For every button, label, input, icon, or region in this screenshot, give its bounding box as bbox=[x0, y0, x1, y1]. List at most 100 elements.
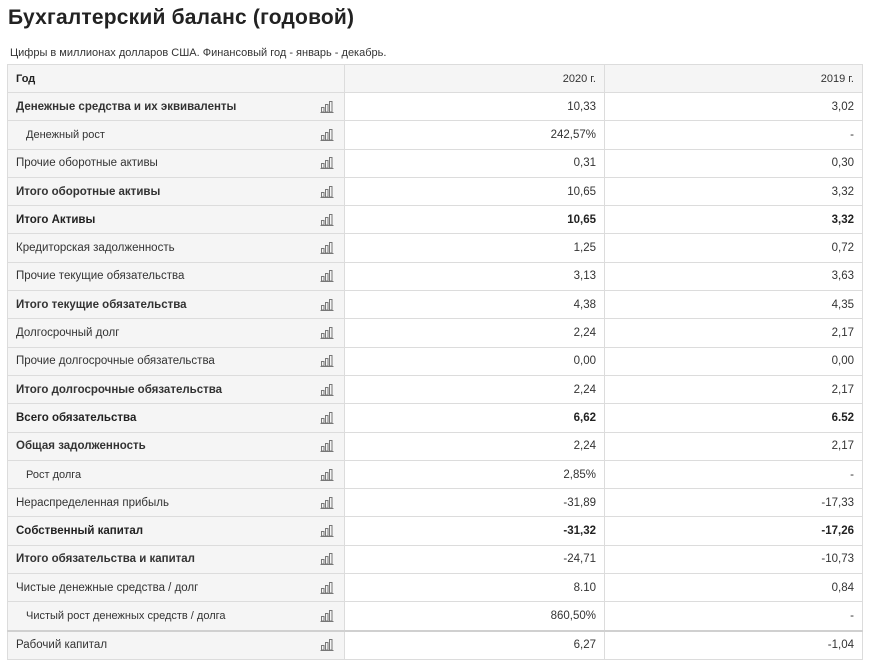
bar-chart-icon[interactable] bbox=[320, 270, 334, 283]
value-2020: 860,50% bbox=[344, 601, 605, 632]
row-label-cell: Собственный капитал bbox=[7, 516, 345, 546]
row-label: Итого обязательства и капитал bbox=[16, 553, 195, 566]
row-label: Рабочий капитал bbox=[16, 639, 108, 652]
value-2020: -24,71 bbox=[344, 544, 605, 575]
row-label: Чистые денежные средства / долг bbox=[16, 581, 199, 594]
table-row: Итого текущие обязательства 4,38 4,35 bbox=[7, 290, 863, 320]
bar-chart-icon[interactable] bbox=[320, 128, 334, 141]
header-col-2020[interactable]: 2020 г. bbox=[344, 64, 605, 93]
table-row: Долгосрочный долг 2,24 2,17 bbox=[7, 318, 863, 348]
row-label: Прочие текущие обязательства bbox=[16, 270, 185, 283]
row-label-cell: Долгосрочный долг bbox=[7, 318, 345, 348]
row-label-cell: Денежный рост bbox=[7, 120, 345, 150]
value-2019: -17,33 bbox=[604, 488, 863, 518]
bar-chart-icon[interactable] bbox=[320, 242, 334, 255]
header-year-label: Год bbox=[7, 64, 345, 93]
bar-chart-icon[interactable] bbox=[320, 157, 334, 170]
table-header-row: Год 2020 г. 2019 г. bbox=[7, 64, 863, 93]
table-row: Всего обязательства 6,62 6.52 bbox=[7, 403, 863, 433]
bar-chart-icon[interactable] bbox=[320, 496, 334, 509]
page-title: Бухгалтерский баланс (годовой) bbox=[8, 6, 355, 29]
table-row: Кредиторская задолженность 1,25 0,72 bbox=[7, 233, 863, 263]
value-2020: 10,33 bbox=[344, 91, 605, 122]
bar-chart-icon[interactable] bbox=[320, 525, 334, 538]
value-2019: 3,32 bbox=[604, 205, 863, 235]
row-label-cell: Прочие долгосрочные обязательства bbox=[7, 346, 345, 376]
bar-chart-icon[interactable] bbox=[320, 609, 334, 622]
value-2020: 4,38 bbox=[344, 290, 605, 320]
row-label-cell: Итого текущие обязательства bbox=[7, 290, 345, 320]
table-row: Чистый рост денежных средств / долга 860,… bbox=[7, 601, 863, 632]
row-label: Всего обязательства bbox=[16, 411, 137, 424]
bar-chart-icon[interactable] bbox=[320, 185, 334, 198]
row-label: Итого текущие обязательства bbox=[16, 298, 187, 311]
row-label-cell: Прочие текущие обязательства bbox=[7, 261, 345, 292]
bar-chart-icon[interactable] bbox=[320, 298, 334, 311]
bar-chart-icon[interactable] bbox=[320, 581, 334, 594]
row-label-cell: Всего обязательства bbox=[7, 403, 345, 433]
row-label-cell: Итого Активы bbox=[7, 205, 345, 235]
value-2019: 3,32 bbox=[604, 176, 863, 207]
balance-sheet-page: Бухгалтерский баланс (годовой) Цифры в м… bbox=[0, 0, 874, 668]
row-label-cell: Кредиторская задолженность bbox=[7, 233, 345, 263]
value-2019: 0,00 bbox=[604, 346, 863, 376]
value-2019: 0,30 bbox=[604, 148, 863, 178]
row-label: Денежные средства и их эквиваленты bbox=[16, 100, 237, 113]
value-2020: -31,89 bbox=[344, 488, 605, 518]
table-row: Итого обязательства и капитал -24,71 -10,7… bbox=[7, 544, 863, 575]
row-label: Общая задолженность bbox=[16, 440, 146, 453]
row-label-cell: Нераспределенная прибыль bbox=[7, 488, 345, 518]
value-2020: 10,65 bbox=[344, 205, 605, 235]
value-2020: 2,24 bbox=[344, 374, 605, 405]
bar-chart-icon[interactable] bbox=[320, 468, 334, 481]
value-2020: 6,62 bbox=[344, 403, 605, 433]
balance-sheet-table: Год 2020 г. 2019 г. Денежные средства и … bbox=[7, 64, 863, 660]
header-col-2019[interactable]: 2019 г. bbox=[604, 64, 863, 93]
row-label: Итого долгосрочные обязательства bbox=[16, 383, 223, 396]
value-2019: 0,84 bbox=[604, 573, 863, 603]
bar-chart-icon[interactable] bbox=[320, 100, 334, 113]
value-2019: -10,73 bbox=[604, 544, 863, 575]
row-label: Кредиторская задолженность bbox=[16, 242, 175, 255]
row-label-cell: Рост долга bbox=[7, 459, 345, 490]
value-2019: -1,04 bbox=[604, 629, 863, 660]
row-label: Чистый рост денежных средств / долга bbox=[26, 609, 226, 622]
bar-chart-icon[interactable] bbox=[320, 213, 334, 226]
value-2019: 4,35 bbox=[604, 290, 863, 320]
bar-chart-icon[interactable] bbox=[320, 355, 334, 368]
value-2020: 2,24 bbox=[344, 431, 605, 461]
table-row: Рост долга 2,85% - bbox=[7, 459, 863, 490]
row-label: Собственный капитал bbox=[16, 525, 144, 538]
bar-chart-icon[interactable] bbox=[320, 639, 334, 652]
value-2019: 3,63 bbox=[604, 261, 863, 292]
row-label-cell: Денежные средства и их эквиваленты bbox=[7, 91, 345, 122]
value-2020: 2,24 bbox=[344, 318, 605, 348]
bar-chart-icon[interactable] bbox=[320, 440, 334, 453]
row-label: Долгосрочный долг bbox=[16, 327, 120, 340]
bar-chart-icon[interactable] bbox=[320, 411, 334, 424]
value-2019: 6.52 bbox=[604, 403, 863, 433]
value-2019: 3,02 bbox=[604, 91, 863, 122]
row-label-cell: Чистый рост денежных средств / долга bbox=[7, 601, 345, 632]
table-body: Денежные средства и их эквиваленты 10,33 3… bbox=[7, 91, 863, 660]
row-label-cell: Общая задолженность bbox=[7, 431, 345, 461]
row-label-cell: Итого оборотные активы bbox=[7, 176, 345, 207]
value-2020: 0,00 bbox=[344, 346, 605, 376]
value-2019: 2,17 bbox=[604, 318, 863, 348]
table-row: Итого оборотные активы 10,65 3,32 bbox=[7, 176, 863, 207]
value-2019: 2,17 bbox=[604, 431, 863, 461]
bar-chart-icon[interactable] bbox=[320, 383, 334, 396]
row-label-cell: Прочие оборотные активы bbox=[7, 148, 345, 178]
value-2019: -17,26 bbox=[604, 516, 863, 546]
row-label: Рост долга bbox=[26, 468, 82, 481]
bar-chart-icon[interactable] bbox=[320, 327, 334, 340]
table-row: Итого долгосрочные обязательства 2,24 2,17 bbox=[7, 374, 863, 405]
row-label: Итого Активы bbox=[16, 213, 96, 226]
value-2020: 3,13 bbox=[344, 261, 605, 292]
table-row: Прочие долгосрочные обязательства 0,00 0,0… bbox=[7, 346, 863, 376]
page-subtitle: Цифры в миллионах долларов США. Финансов… bbox=[10, 47, 387, 59]
bar-chart-icon[interactable] bbox=[320, 553, 334, 566]
value-2019: 0,72 bbox=[604, 233, 863, 263]
table-row: Нераспределенная прибыль -31,89 -17,33 bbox=[7, 488, 863, 518]
table-row: Итого Активы 10,65 3,32 bbox=[7, 205, 863, 235]
